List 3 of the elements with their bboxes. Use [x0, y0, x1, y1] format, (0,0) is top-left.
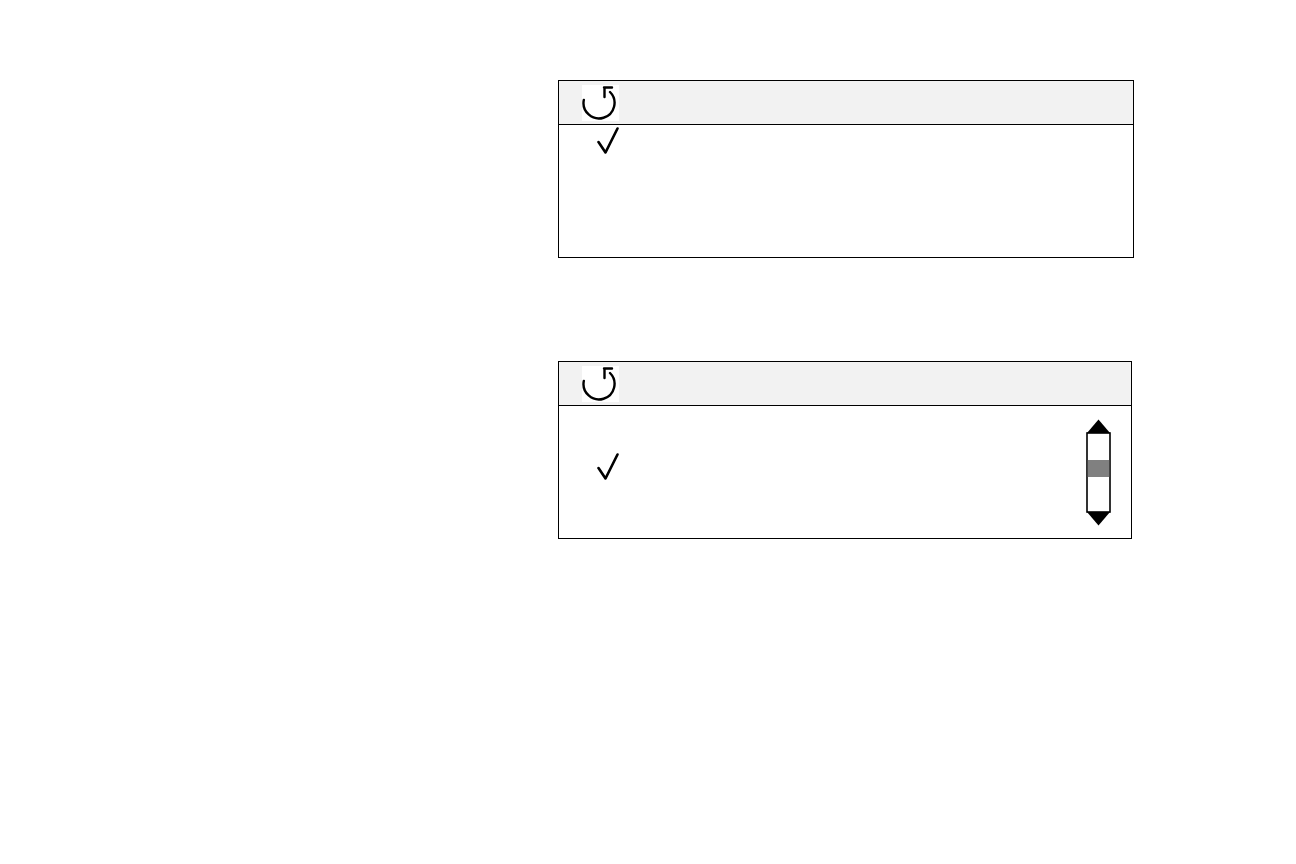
refresh-icon[interactable]	[582, 365, 619, 402]
refresh-icon[interactable]	[582, 84, 619, 121]
vertical-scrollbar[interactable]	[1086, 418, 1111, 526]
